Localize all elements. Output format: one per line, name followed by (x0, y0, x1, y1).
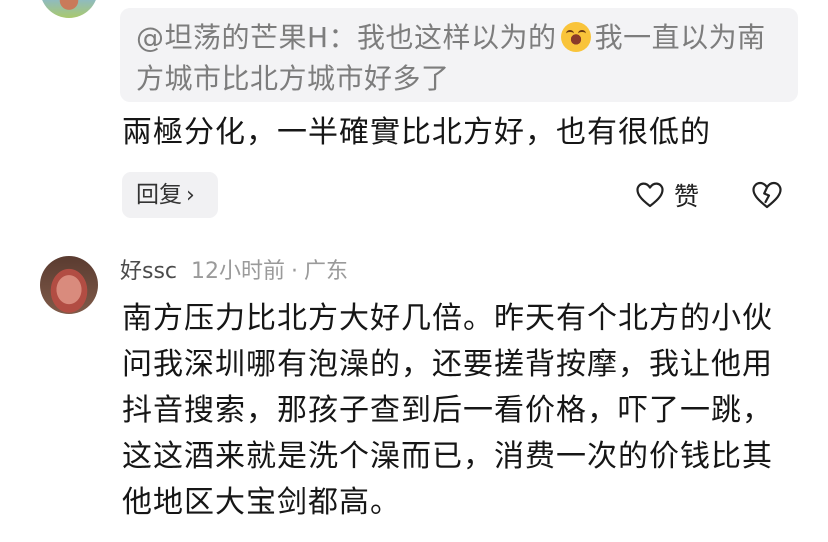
quoted-reply-prefix: @坦荡的芒果H：我也这样以为的 (136, 21, 557, 54)
comment-header-cropped (118, 0, 378, 2)
comment-thread: @坦荡的芒果H：我也这样以为的 我一直以为南方城市比北方城市好多了 兩極分化，一半… (0, 0, 828, 542)
laughing-crying-emoji-icon (560, 22, 591, 52)
heart-icon (636, 182, 664, 208)
timestamp: 12小时前 (191, 259, 286, 284)
like-button[interactable]: 赞 (634, 176, 699, 214)
comment-text: 兩極分化，一半確實比北方好，也有很低的 (122, 115, 711, 150)
username[interactable]: 好ssc (120, 259, 177, 284)
comment-text: 南方压力比北方大好几倍。昨天有个北方的小伙问我深圳哪有泡澡的，还要搓背按摩，我让… (122, 301, 773, 520)
location: 广东 (304, 259, 349, 284)
comment-meta: 好ssc 12小时前 · 广东 (120, 257, 348, 287)
chevron-right-icon: › (186, 183, 195, 208)
like-label: 赞 (674, 182, 700, 211)
reply-button-label: 回复 (136, 182, 182, 208)
quoted-reply[interactable]: @坦荡的芒果H：我也这样以为的 我一直以为南方城市比北方城市好多了 (120, 8, 798, 102)
broken-heart-icon[interactable] (750, 178, 784, 212)
avatar[interactable] (40, 256, 98, 314)
reply-button[interactable]: 回复 › (122, 172, 218, 218)
meta-separator: · (291, 259, 299, 284)
avatar[interactable] (40, 0, 98, 18)
